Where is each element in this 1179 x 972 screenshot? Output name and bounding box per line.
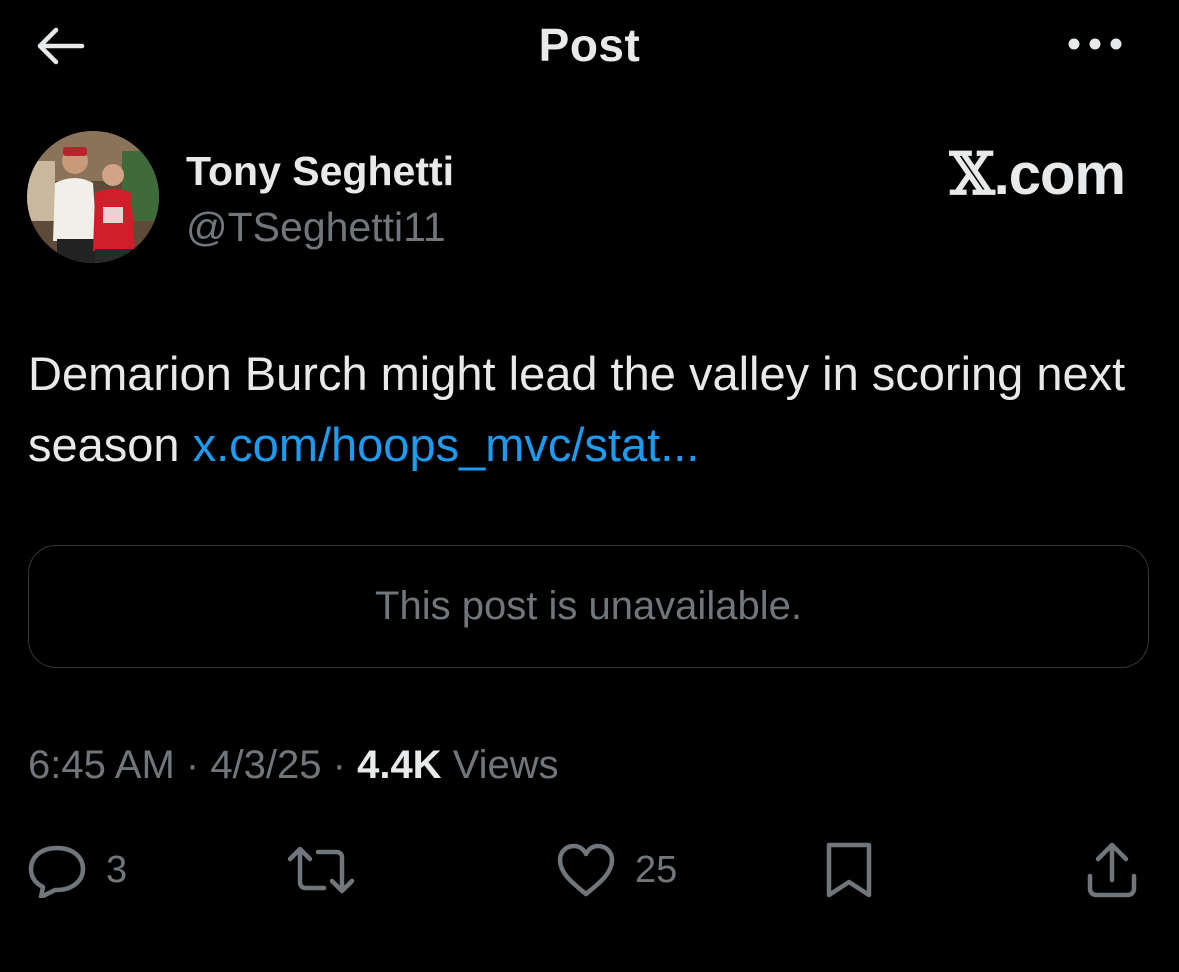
meta-separator: · [174,743,211,787]
x-logo-icon: 𝕏 [949,140,995,208]
post-text: Demarion Burch might lead the valley in … [28,338,1148,480]
reply-icon [28,845,86,898]
share-button[interactable] [1084,840,1140,900]
author-handle[interactable]: @TSeghetti11 [186,204,446,251]
meta-separator: · [321,743,358,787]
more-button[interactable] [1060,28,1130,60]
author-name[interactable]: Tony Seghetti [186,148,454,195]
repost-icon [287,846,355,894]
quoted-post-card[interactable]: This post is unavailable. [28,545,1149,668]
like-button[interactable]: 25 [555,840,677,900]
views-count[interactable]: 4.4K [357,743,442,787]
watermark-suffix: .com [993,142,1126,207]
share-icon [1087,842,1137,898]
post-link[interactable]: x.com/hoops_mvc/stat... [193,418,700,471]
reply-button[interactable]: 3 [26,840,127,900]
heart-icon [557,843,615,897]
post-time: 6:45 AM [28,743,175,787]
bookmark-icon [826,842,872,898]
avatar[interactable] [27,131,159,263]
more-horizontal-icon [1068,38,1122,50]
x-com-watermark: 𝕏.com [920,140,1126,208]
page-title: Post [538,19,641,71]
post-meta: 6:45 AM · 4/3/25 · 4.4K Views [28,743,559,788]
repost-button[interactable] [286,840,374,900]
avatar-photo [27,131,159,263]
views-label: Views [441,743,559,787]
quoted-post-unavailable-text: This post is unavailable. [375,584,802,628]
reply-count: 3 [106,848,128,891]
post-date: 4/3/25 [210,743,322,787]
bookmark-button[interactable] [822,840,876,900]
like-count: 25 [635,848,678,891]
